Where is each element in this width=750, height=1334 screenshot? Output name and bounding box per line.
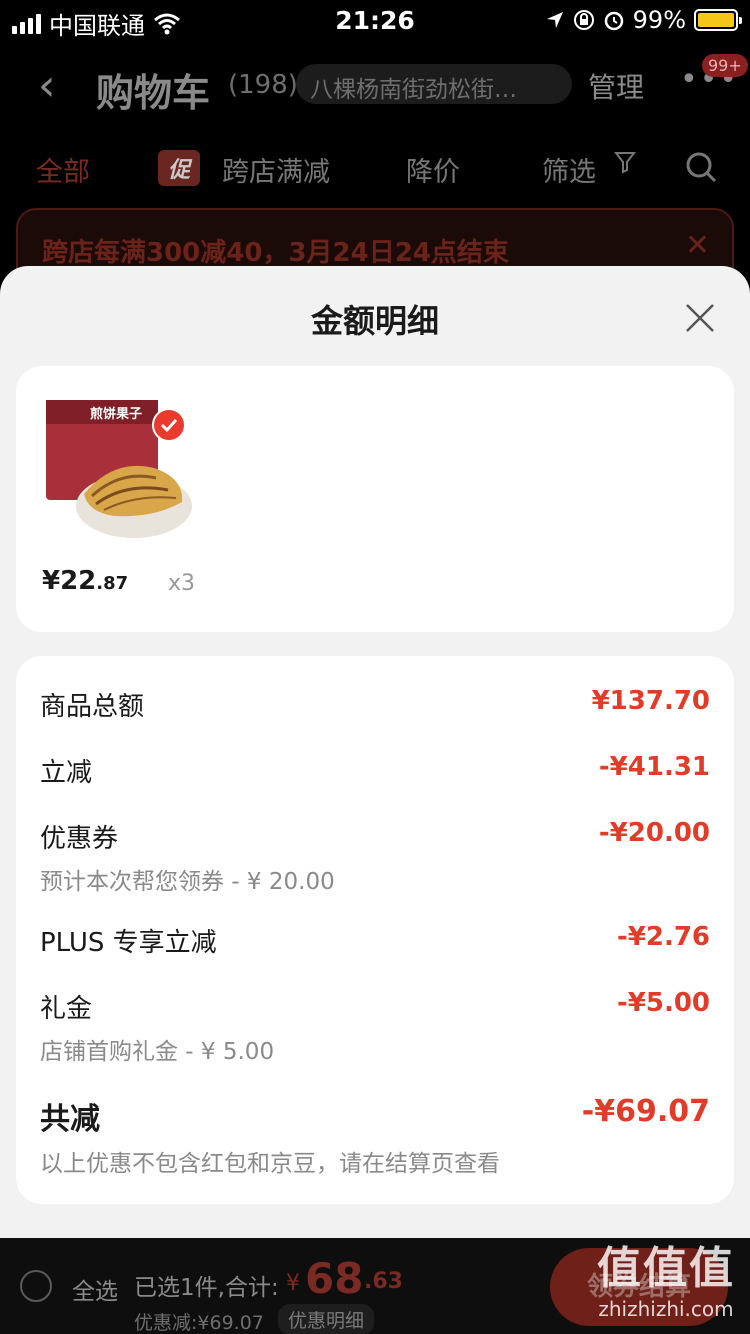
status-bar: 中国联通 21:26 99% (0, 0, 750, 40)
watermark-logo: 值值值 (597, 1243, 735, 1294)
chevron-left-icon[interactable]: ‹ (38, 60, 56, 111)
row-label: 立减 (40, 758, 93, 788)
row-label: PLUS 专享立减 (40, 928, 217, 958)
filter-funnel-icon[interactable] (613, 150, 637, 180)
checkout-bar: 全选 已选1件,合计: ¥ 68 .63 优惠减:¥69.07 优惠明细 领券结… (0, 1238, 750, 1334)
battery-icon (694, 9, 742, 31)
product-card: 煎饼果子 ¥22.87 x3 (16, 366, 734, 632)
row-note: 预计本次帮您领券 - ¥ 20.00 (40, 869, 335, 895)
total-amount: 68 (305, 1254, 364, 1303)
discount-summary: 优惠减:¥69.07 (134, 1312, 264, 1334)
alarm-icon (604, 11, 623, 31)
row-label: 优惠券 (40, 824, 119, 854)
page-title: 购物车 (96, 71, 211, 115)
close-icon[interactable] (684, 302, 716, 334)
address-selector[interactable]: 八棵杨南街劲松街… (296, 64, 572, 104)
tab-price-drop[interactable]: 降价 (406, 150, 460, 189)
total-decimal: .63 (364, 1269, 403, 1294)
product-price: ¥22.87 (42, 566, 129, 596)
product-package-label: 煎饼果子 (90, 406, 142, 422)
watermark: 值值值 zhizhizhi.com (586, 1242, 746, 1322)
row-value: -¥20.00 (598, 818, 710, 848)
amount-detail-sheet: 金额明细 煎饼果子 ¥22.87 x3 商品总额 ¥137.70 立减 -¥41… (0, 266, 750, 1238)
checked-icon[interactable] (152, 408, 186, 442)
total-currency: ¥ (286, 1271, 300, 1296)
selected-summary: 已选1件,合计: (134, 1275, 279, 1301)
tab-filter[interactable]: 筛选 (542, 150, 596, 189)
row-value: ¥137.70 (591, 686, 710, 716)
row-value: -¥5.00 (616, 988, 710, 1018)
row-label: 礼金 (40, 994, 93, 1024)
discount-detail-button[interactable]: 优惠明细 (278, 1304, 375, 1334)
sheet-title: 金额明细 (310, 302, 439, 340)
row-value: -¥2.76 (616, 922, 710, 952)
cart-tabs: 全部 促 跨店满减 降价 筛选 (0, 146, 750, 196)
row-note: 以上优惠不包含红包和京豆，请在结算页查看 (40, 1151, 500, 1177)
amount-breakdown: 商品总额 ¥137.70 立减 -¥41.31 优惠券 -¥20.00 预计本次… (16, 656, 734, 1204)
close-icon[interactable]: ✕ (685, 228, 710, 263)
notice-text: 跨店每满300减40，3月24日24点结束 (42, 238, 509, 268)
row-note: 店铺首购礼金 - ¥ 5.00 (40, 1039, 275, 1065)
cart-count: (198) (228, 70, 298, 100)
product-quantity: x3 (168, 571, 196, 596)
location-icon (546, 12, 563, 28)
watermark-url: zhizhizhi.com (598, 1297, 734, 1321)
tab-all[interactable]: 全部 (36, 150, 90, 189)
row-label: 商品总额 (40, 692, 145, 722)
message-badge: 99+ (702, 54, 748, 77)
battery-percent: 99% (632, 6, 686, 34)
cart-header: ‹ 购物车 (198) 八棵杨南街劲松街… 管理 ••• 99+ (0, 40, 750, 130)
manage-button[interactable]: 管理 (588, 66, 644, 106)
row-value: -¥41.31 (598, 752, 710, 782)
rotation-lock-icon (573, 10, 594, 30)
search-icon[interactable] (684, 150, 718, 184)
row-value: -¥69.07 (581, 1094, 710, 1129)
status-right: 99% (545, 6, 742, 34)
select-all-radio[interactable] (20, 1270, 52, 1302)
promo-badge: 促 (158, 150, 201, 186)
row-label: 共减 (40, 1102, 100, 1137)
select-all-label[interactable]: 全选 (72, 1272, 118, 1306)
tab-cross-store[interactable]: 跨店满减 (222, 150, 330, 189)
